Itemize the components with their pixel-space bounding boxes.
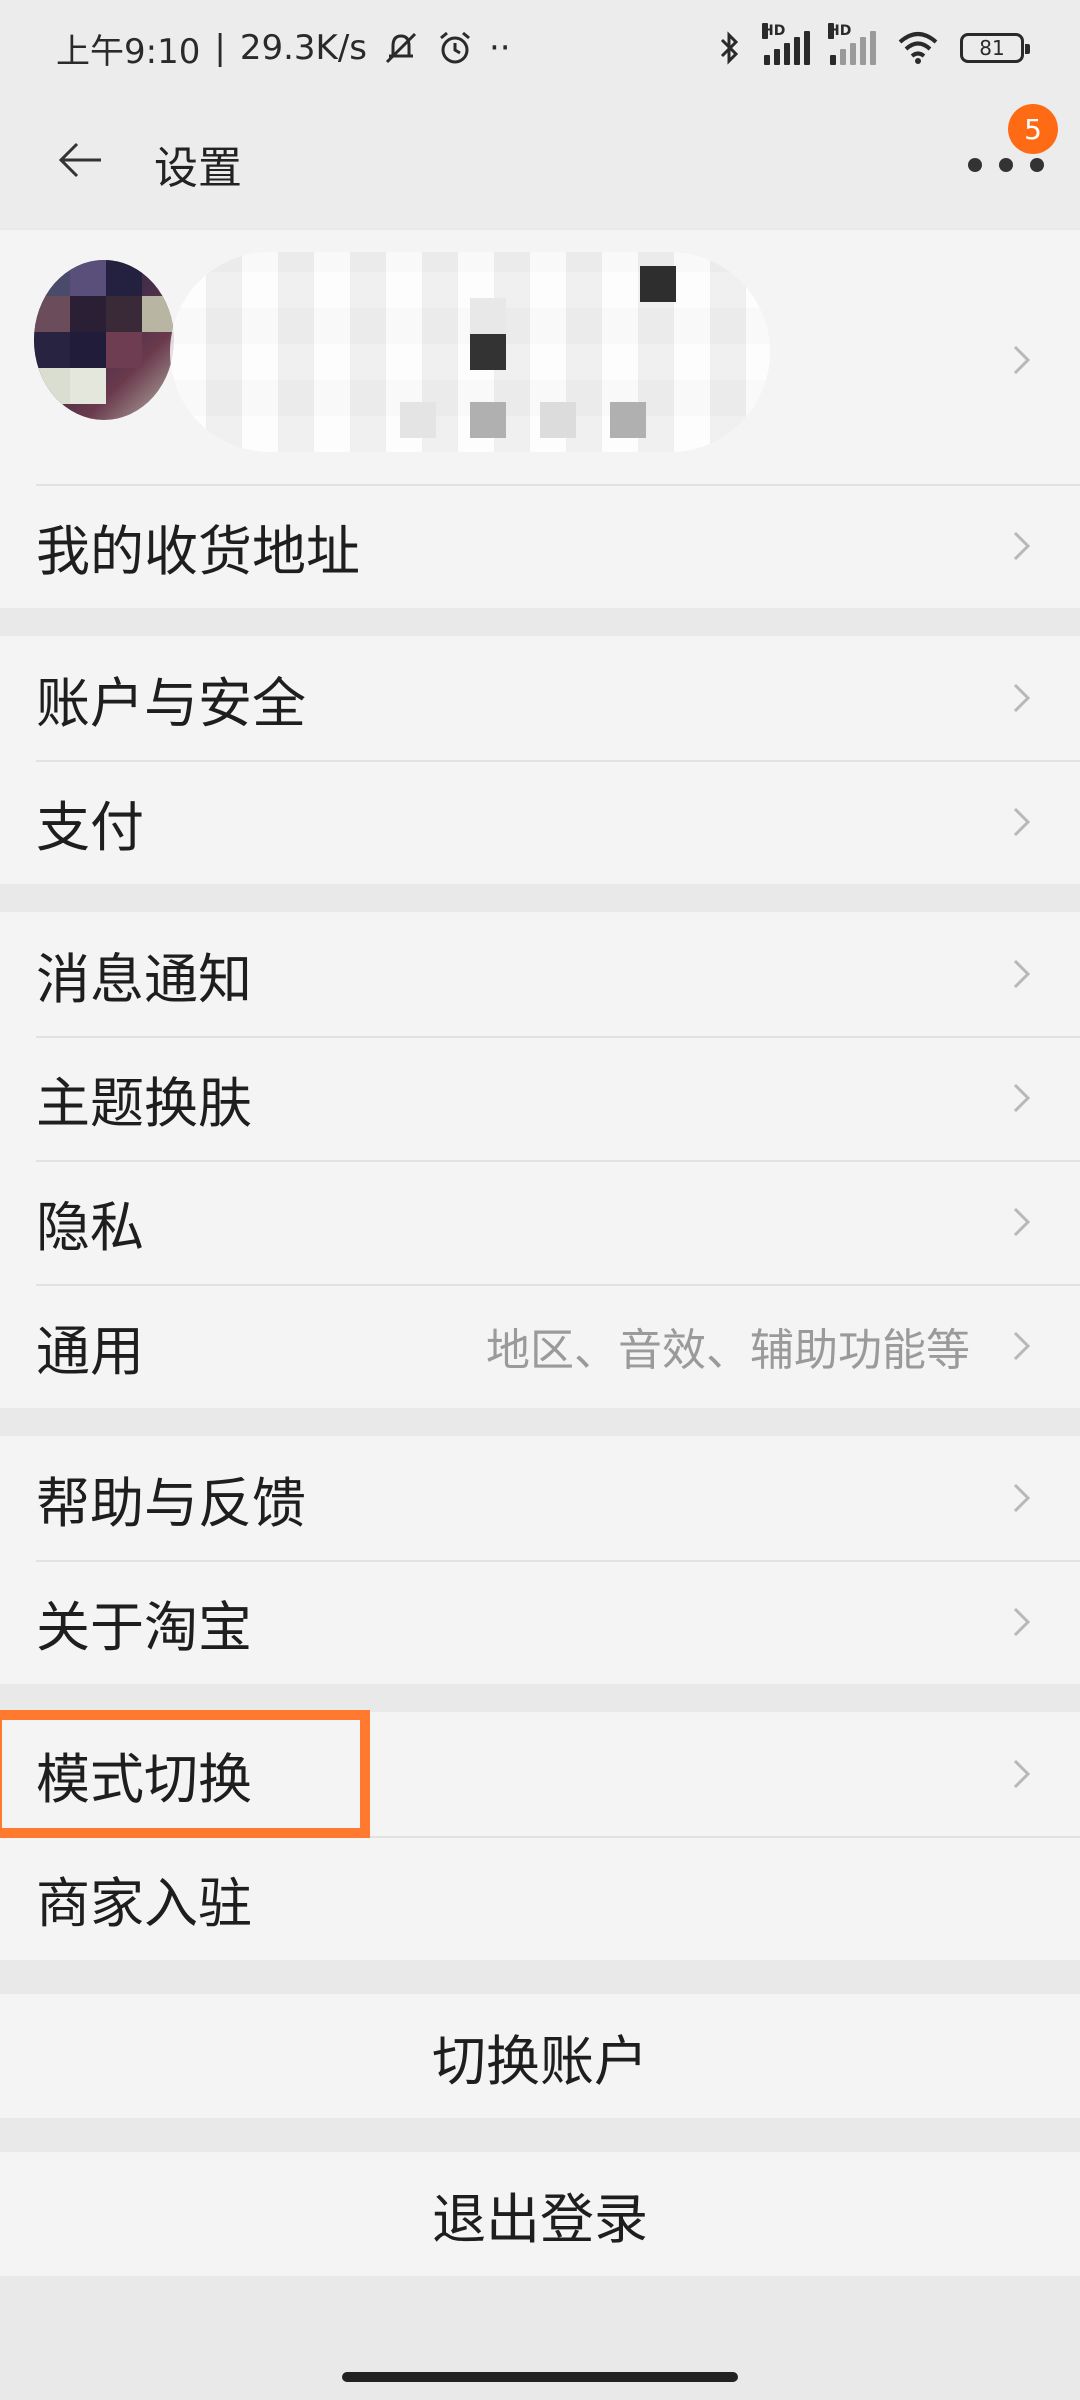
address-row[interactable]: 我的收货地址 bbox=[0, 484, 1080, 608]
avatar bbox=[34, 260, 174, 420]
status-left: 上午9:10 | 29.3K/s ·· bbox=[56, 24, 511, 73]
switch-account-section: 切换账户 bbox=[0, 1994, 1080, 2118]
signal-icon-2: HD bbox=[828, 23, 876, 65]
header: 设置 bbox=[0, 96, 1080, 228]
chevron-right-icon bbox=[1010, 807, 1034, 837]
signal-icon: HD bbox=[762, 23, 810, 65]
general-subtitle: 地区、音效、辅助功能等 bbox=[486, 1325, 970, 1376]
username-blurred bbox=[170, 252, 770, 452]
alarm-icon bbox=[435, 28, 475, 68]
chevron-right-icon bbox=[1010, 1483, 1034, 1513]
account-security-label: 账户与安全 bbox=[36, 671, 306, 735]
more-button[interactable] bbox=[968, 150, 1044, 180]
privacy-label: 隐私 bbox=[36, 1195, 144, 1259]
merchant-label: 商家入驻 bbox=[36, 1871, 252, 1935]
chevron-right-icon bbox=[1010, 531, 1034, 561]
help-section: 帮助与反馈 关于淘宝 bbox=[0, 1436, 1080, 1684]
more-dot-icon bbox=[968, 158, 982, 172]
pay-row[interactable]: 支付 bbox=[0, 760, 1080, 884]
theme-label: 主题换肤 bbox=[36, 1071, 252, 1135]
switch-account-button[interactable]: 切换账户 bbox=[0, 1994, 1080, 2118]
page-title: 设置 bbox=[154, 143, 242, 194]
chevron-right-icon bbox=[1010, 683, 1034, 713]
account-security-row[interactable]: 账户与安全 bbox=[0, 636, 1080, 760]
status-right: HD HD 81 bbox=[716, 23, 1030, 68]
status-bar: 上午9:10 | 29.3K/s ·· HD HD 81 bbox=[0, 0, 1080, 96]
chevron-right-icon bbox=[1010, 345, 1034, 375]
wifi-icon bbox=[896, 30, 940, 66]
chevron-right-icon bbox=[1010, 1331, 1034, 1361]
chevron-right-icon bbox=[1010, 1083, 1034, 1113]
chevron-right-icon bbox=[1010, 1207, 1034, 1237]
logout-label: 退出登录 bbox=[432, 2187, 648, 2251]
status-time: 上午9:10 bbox=[56, 31, 201, 72]
status-net-speed: 29.3K/s bbox=[239, 28, 367, 68]
bluetooth-icon bbox=[716, 28, 744, 68]
general-label: 通用 bbox=[36, 1319, 144, 1383]
profile-row[interactable] bbox=[0, 230, 1080, 484]
profile-section: 我的收货地址 bbox=[0, 230, 1080, 608]
account-section: 账户与安全 支付 bbox=[0, 636, 1080, 884]
switch-account-label: 切换账户 bbox=[432, 2029, 648, 2093]
chevron-right-icon bbox=[1010, 1759, 1034, 1789]
more-dot-icon bbox=[999, 158, 1013, 172]
notify-row[interactable]: 消息通知 bbox=[0, 912, 1080, 1036]
battery-icon: 81 bbox=[960, 33, 1030, 63]
merchant-row[interactable]: 商家入驻 bbox=[0, 1836, 1080, 1960]
chevron-right-icon bbox=[1010, 1607, 1034, 1637]
theme-row[interactable]: 主题换肤 bbox=[0, 1036, 1080, 1160]
about-row[interactable]: 关于淘宝 bbox=[0, 1560, 1080, 1684]
logout-button[interactable]: 退出登录 bbox=[0, 2152, 1080, 2276]
preferences-section: 消息通知 主题换肤 隐私 通用 地区、音效、辅助功能等 bbox=[0, 912, 1080, 1408]
notify-label: 消息通知 bbox=[36, 947, 252, 1011]
home-indicator[interactable] bbox=[342, 2372, 738, 2382]
general-row[interactable]: 通用 地区、音效、辅助功能等 bbox=[0, 1284, 1080, 1408]
back-arrow-icon bbox=[58, 142, 101, 178]
about-label: 关于淘宝 bbox=[36, 1595, 252, 1659]
chevron-right-icon bbox=[1010, 959, 1034, 989]
pay-label: 支付 bbox=[36, 795, 144, 859]
more-dot-icon bbox=[1030, 158, 1044, 172]
help-row[interactable]: 帮助与反馈 bbox=[0, 1436, 1080, 1560]
privacy-row[interactable]: 隐私 bbox=[0, 1160, 1080, 1284]
notification-badge: 5 bbox=[1008, 104, 1058, 154]
mode-section: 模式切换 商家入驻 bbox=[0, 1712, 1080, 1960]
status-more-dots: ·· bbox=[489, 28, 511, 68]
mute-icon bbox=[381, 28, 421, 68]
back-button[interactable] bbox=[50, 130, 110, 190]
mode-switch-label: 模式切换 bbox=[36, 1747, 252, 1811]
mode-switch-row[interactable]: 模式切换 bbox=[0, 1712, 1080, 1836]
logout-section: 退出登录 bbox=[0, 2152, 1080, 2276]
help-label: 帮助与反馈 bbox=[36, 1471, 306, 1535]
address-label: 我的收货地址 bbox=[36, 519, 360, 583]
